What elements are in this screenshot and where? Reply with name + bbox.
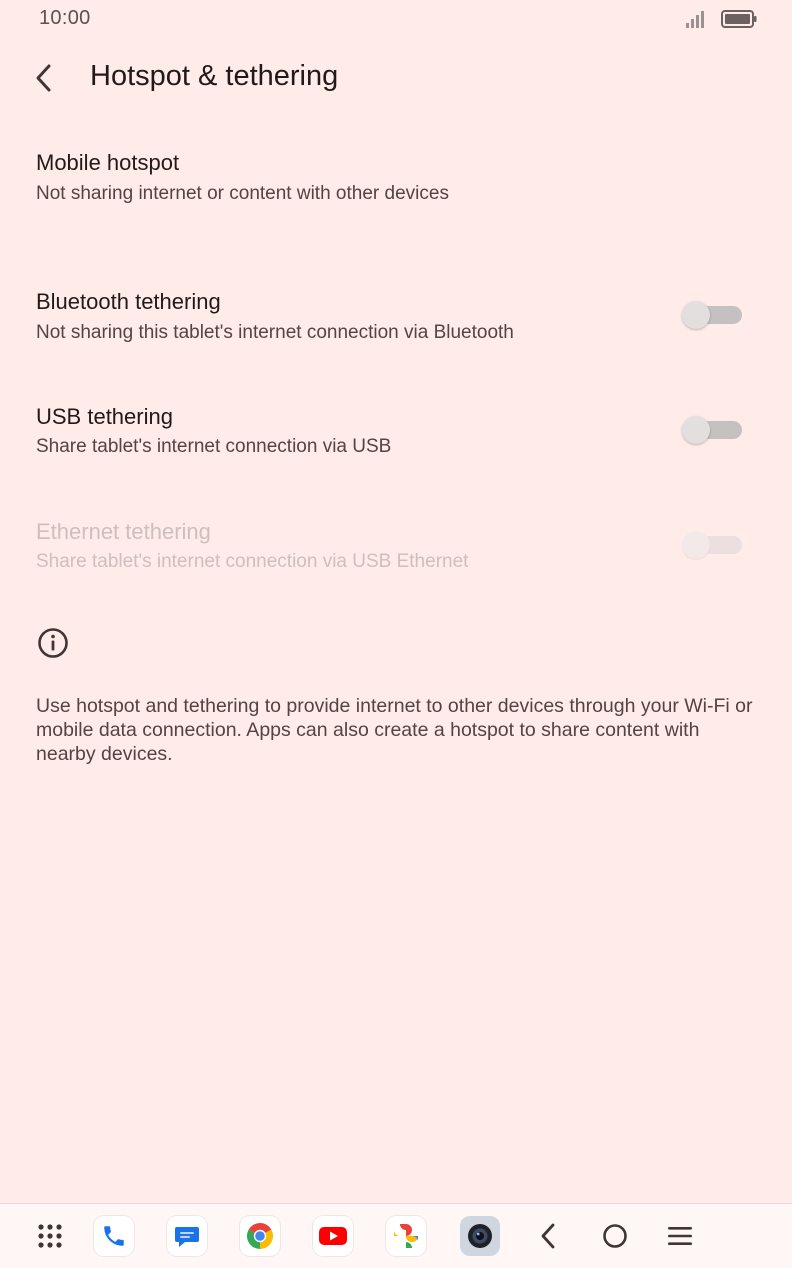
- mobile-hotspot-preference[interactable]: Mobile hotspot Not sharing internet or c…: [0, 138, 792, 234]
- cell-signal-icon: [686, 11, 704, 28]
- switch-thumb: [682, 416, 710, 444]
- taskbar: [0, 1203, 792, 1268]
- bluetooth-tethering-preference[interactable]: Bluetooth tethering Not sharing this tab…: [0, 277, 792, 373]
- ethernet-tethering-switch: [682, 530, 742, 559]
- status-time: 10:00: [39, 7, 91, 29]
- youtube-icon: [319, 1227, 347, 1245]
- preference-title: Mobile hotspot: [36, 150, 180, 175]
- preference-title: Bluetooth tethering: [36, 289, 221, 314]
- arrow-back-icon: [36, 64, 51, 92]
- usb-tethering-switch[interactable]: [682, 415, 742, 444]
- page-title: Hotspot & tethering: [90, 60, 339, 92]
- home-icon: [603, 1224, 627, 1248]
- messages-icon: [175, 1227, 199, 1247]
- nav-back-button[interactable]: [528, 1216, 568, 1256]
- recents-icon: [668, 1227, 692, 1245]
- chrome-app-button[interactable]: [240, 1216, 280, 1256]
- battery-icon: [721, 10, 757, 28]
- phone-app-button[interactable]: [94, 1216, 134, 1256]
- preference-summary: Share tablet's internet connection via U…: [36, 551, 469, 572]
- status-bar: 10:00: [0, 0, 792, 40]
- app-bar: Hotspot & tethering: [0, 48, 792, 108]
- phone-icon: [104, 1226, 124, 1246]
- back-button[interactable]: [24, 58, 64, 98]
- app-drawer-button[interactable]: [30, 1216, 70, 1256]
- preference-summary: Not sharing this tablet's internet conne…: [36, 322, 514, 343]
- switch-thumb: [682, 301, 710, 329]
- preference-title: Ethernet tethering: [36, 519, 211, 544]
- nav-home-button[interactable]: [595, 1216, 635, 1256]
- chrome-icon: [246, 1223, 274, 1249]
- nav-recents-button[interactable]: [660, 1216, 700, 1256]
- preference-title: USB tethering: [36, 404, 173, 429]
- usb-tethering-preference[interactable]: USB tethering Share tablet's internet co…: [0, 392, 792, 488]
- photos-app-button[interactable]: [386, 1216, 426, 1256]
- photos-icon: [394, 1224, 418, 1248]
- info-icon: [38, 628, 68, 658]
- youtube-app-button[interactable]: [313, 1216, 353, 1256]
- app-drawer-icon: [38, 1224, 62, 1248]
- bluetooth-tethering-switch[interactable]: [682, 300, 742, 329]
- preference-summary: Not sharing internet or content with oth…: [36, 183, 449, 204]
- footer-description: Use hotspot and tethering to provide int…: [36, 695, 753, 765]
- back-icon: [541, 1223, 555, 1249]
- ethernet-tethering-preference: Ethernet tethering Share tablet's intern…: [0, 507, 792, 603]
- preference-summary: Share tablet's internet connection via U…: [36, 436, 392, 457]
- camera-app-button[interactable]: [460, 1216, 500, 1256]
- switch-thumb: [682, 531, 710, 559]
- camera-icon: [468, 1224, 492, 1248]
- messages-app-button[interactable]: [167, 1216, 207, 1256]
